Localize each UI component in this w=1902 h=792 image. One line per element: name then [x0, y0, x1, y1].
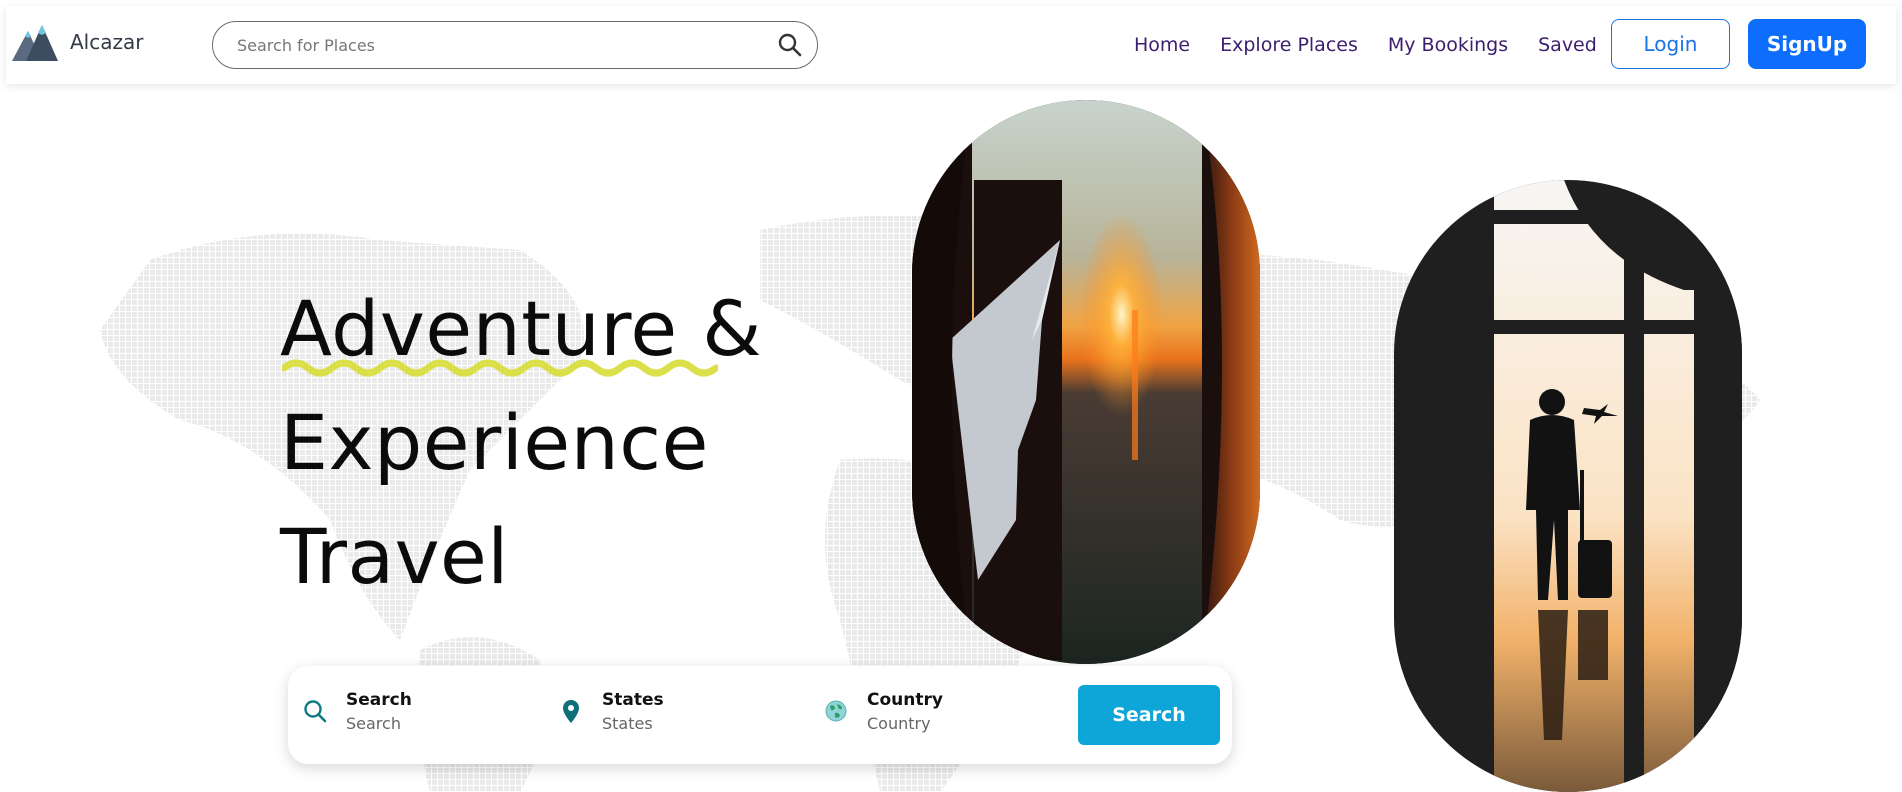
country-field-value: Country: [867, 714, 931, 733]
hero-title-line-3: Travel: [280, 512, 509, 601]
search-field-label: Search: [346, 690, 412, 710]
brand-logo[interactable]: Alcazar: [12, 23, 143, 61]
states-field-value: States: [602, 714, 653, 733]
location-pin-icon: [563, 700, 579, 723]
nav-link-explore-places[interactable]: Explore Places: [1220, 34, 1358, 56]
states-field[interactable]: States States: [558, 690, 664, 733]
nav-link-home[interactable]: Home: [1134, 34, 1190, 56]
airplane-window-sunset-image: [912, 100, 1260, 664]
search-field-value: Search: [346, 714, 401, 733]
hero-title: Adventure & Experience Travel: [280, 272, 762, 614]
states-field-label: States: [602, 690, 664, 710]
login-button[interactable]: Login: [1611, 19, 1730, 69]
signup-button[interactable]: SignUp: [1748, 19, 1866, 69]
search-button[interactable]: Search: [1078, 685, 1220, 745]
globe-icon: [825, 700, 847, 722]
header-search-input[interactable]: [235, 34, 755, 56]
search-field[interactable]: Search Search: [302, 690, 412, 733]
hero-title-line-1: Adventure &: [280, 272, 762, 386]
hero-search-card: Search Search States States Country Coun…: [288, 666, 1232, 764]
brand-name: Alcazar: [70, 30, 144, 54]
nav-link-my-bookings[interactable]: My Bookings: [1388, 34, 1508, 56]
country-field-label: Country: [867, 690, 943, 710]
mountain-icon: [12, 25, 58, 61]
traveler-silhouette-image: [1394, 180, 1742, 792]
main-nav: Home Explore Places My Bookings Saved: [1134, 6, 1597, 84]
header-search-bar: [212, 21, 818, 69]
squiggle-underline: [282, 359, 718, 377]
top-navbar: Alcazar Home Explore Places My Bookings …: [6, 6, 1896, 84]
search-icon[interactable]: [777, 32, 803, 58]
hero-title-line-2: Experience: [280, 398, 709, 487]
nav-link-saved[interactable]: Saved: [1538, 34, 1597, 56]
country-field[interactable]: Country Country: [823, 690, 943, 733]
search-icon: [304, 700, 327, 723]
